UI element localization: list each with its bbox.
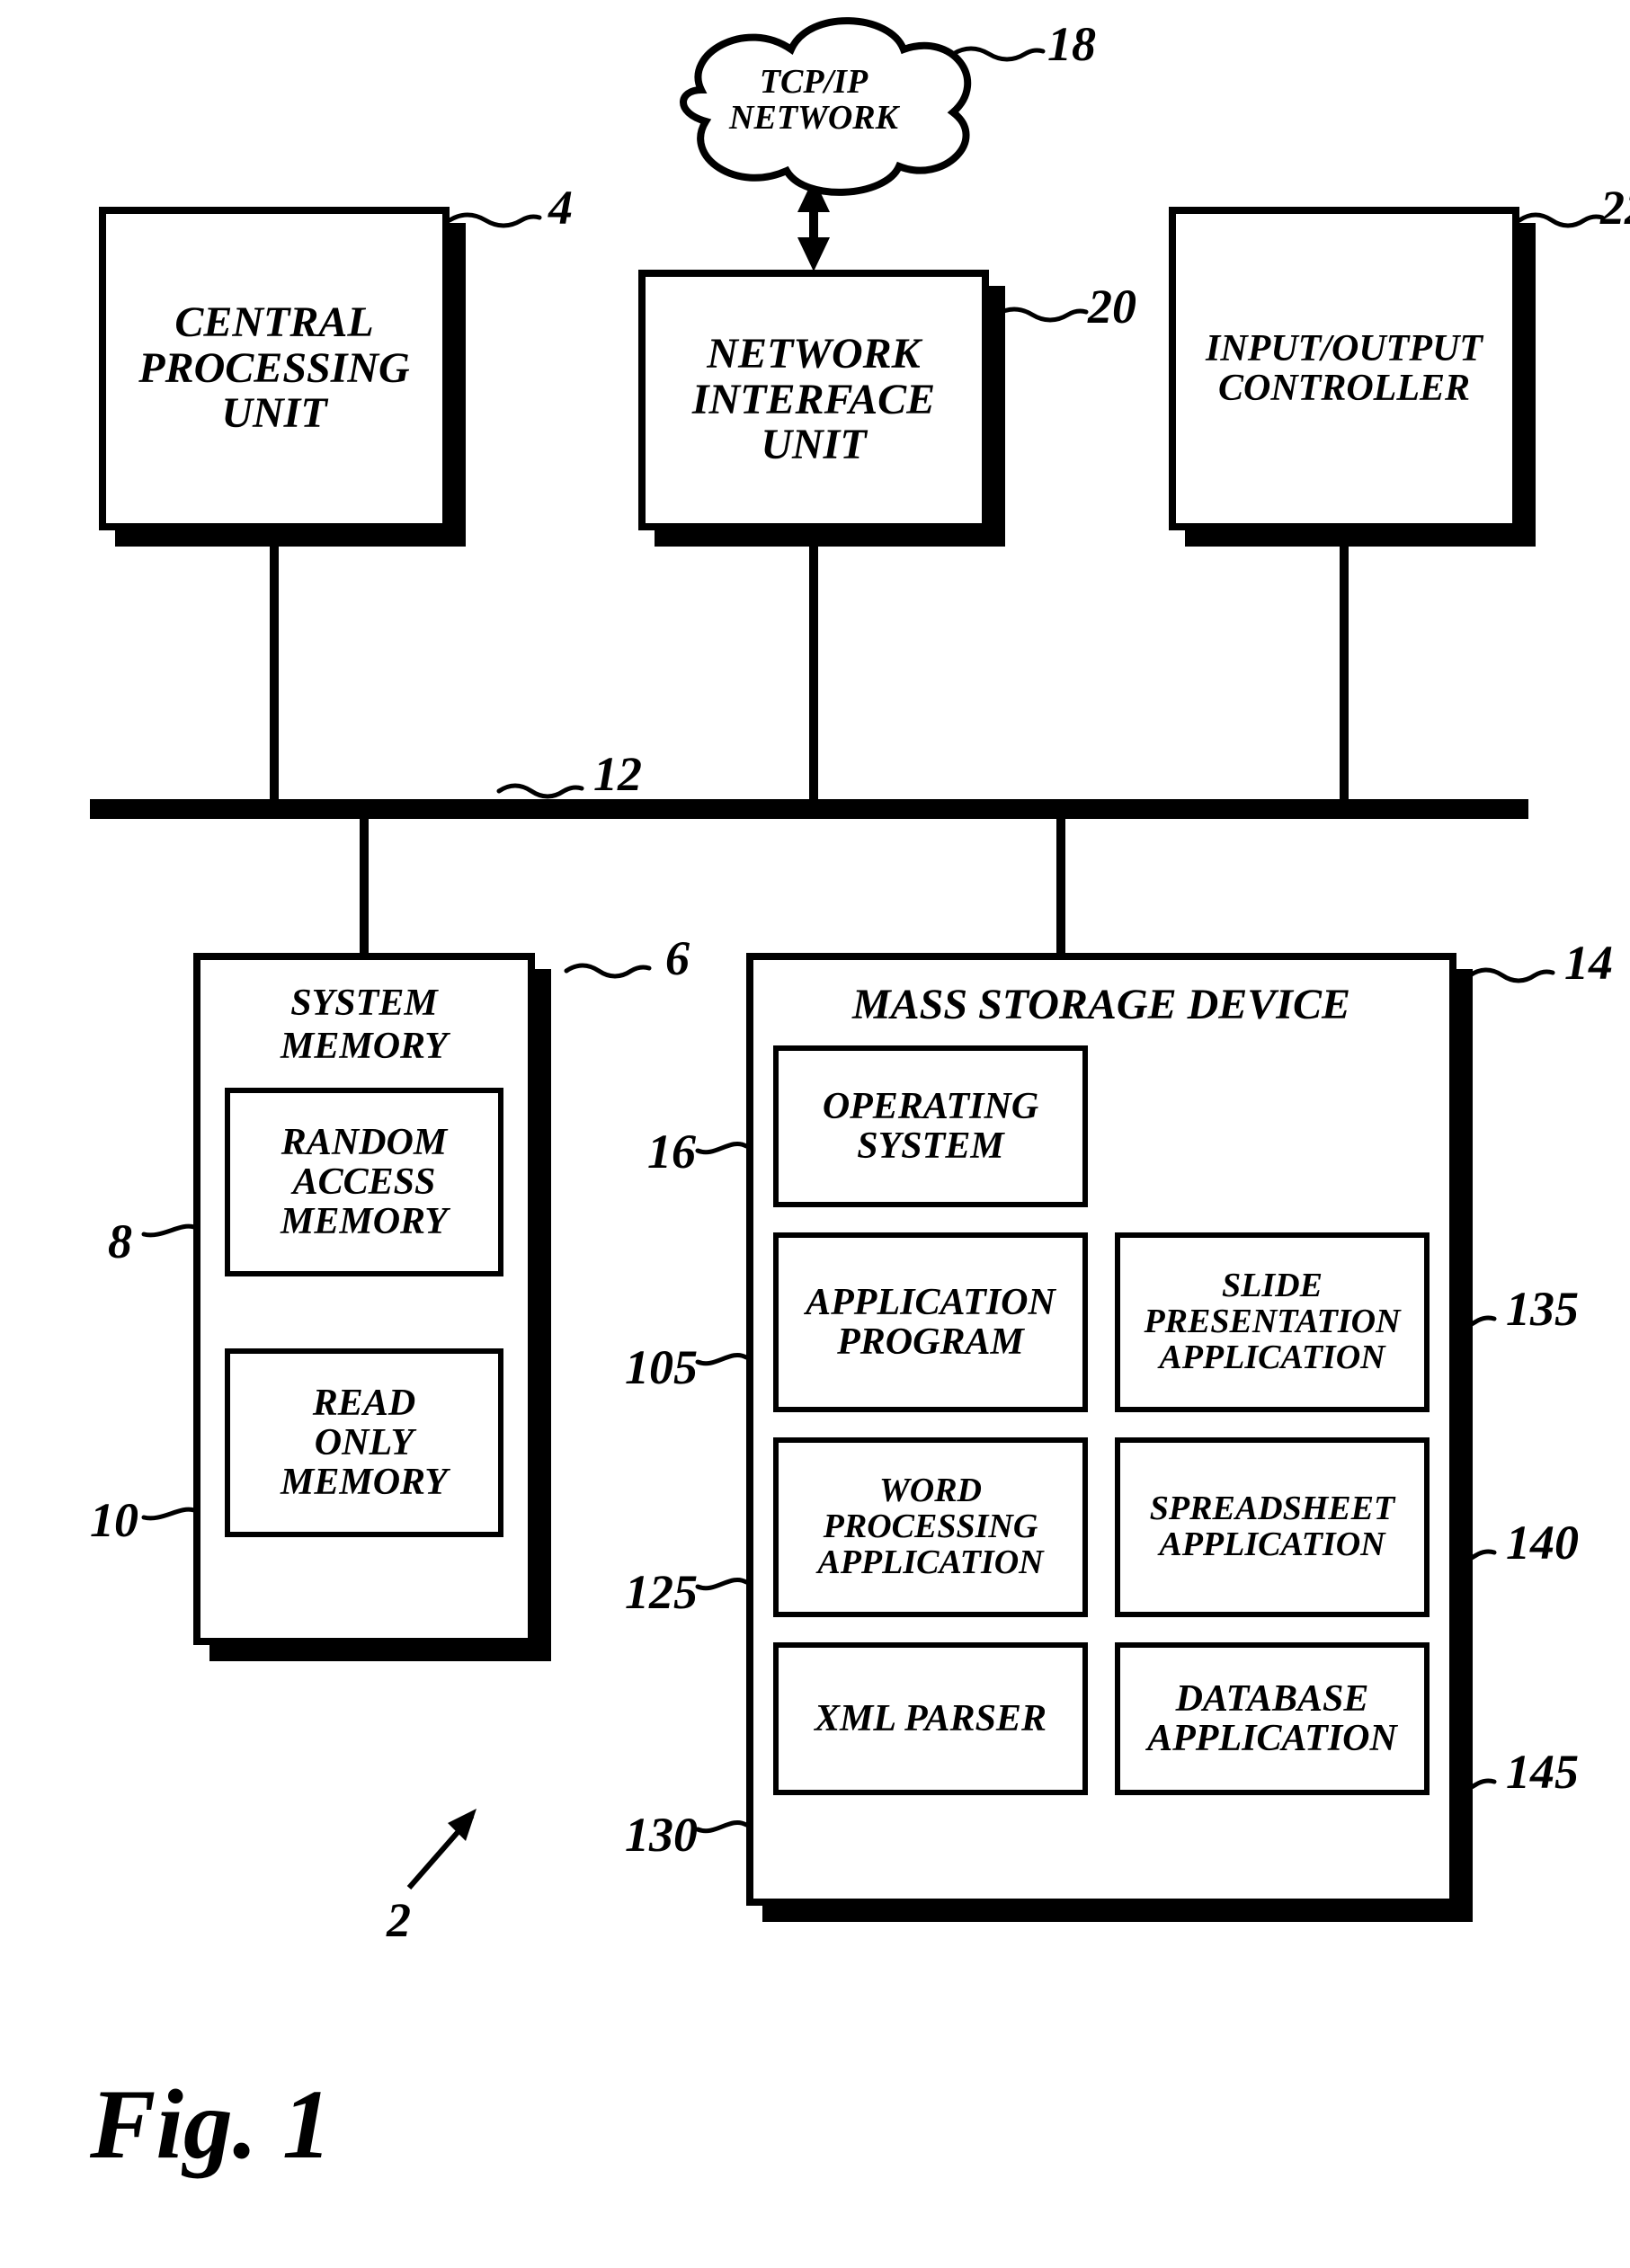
sysmem-title: SYSTEM MEMORY (217, 982, 512, 1068)
netif-line1: NETWORK (707, 332, 920, 377)
ref-22: 22 (1600, 180, 1630, 236)
ref-140: 140 (1506, 1515, 1579, 1570)
ref-4: 4 (548, 180, 573, 236)
cpu-line2: PROCESSING (138, 346, 409, 391)
wp-l3: APPLICATION (817, 1545, 1043, 1581)
wp-l1: WORD (879, 1473, 982, 1509)
xml-l1: XML PARSER (815, 1697, 1047, 1740)
slide-block: SLIDE PRESENTATION APPLICATION (1115, 1232, 1430, 1412)
app-l1: APPLICATION (806, 1283, 1055, 1322)
ref-130: 130 (625, 1807, 698, 1863)
ref-2: 2 (387, 1892, 411, 1948)
figure-label: Fig. 1 (90, 2068, 332, 2182)
db-l1: DATABASE (1176, 1679, 1369, 1719)
os-block: OPERATING SYSTEM (773, 1045, 1088, 1207)
io-line2: CONTROLLER (1218, 369, 1470, 408)
wp-block: WORD PROCESSING APPLICATION (773, 1437, 1088, 1617)
rom-l1: READ (313, 1383, 415, 1423)
cpu-block: CENTRAL PROCESSING UNIT (99, 207, 450, 530)
slide-l3: APPLICATION (1159, 1340, 1385, 1376)
rom-block: READ ONLY MEMORY (225, 1348, 503, 1537)
ram-l3: MEMORY (281, 1202, 448, 1241)
rom-l2: ONLY (315, 1423, 414, 1463)
cpu-line1: CENTRAL (174, 300, 373, 345)
system-memory-block: SYSTEM MEMORY RANDOM ACCESS MEMORY READ … (193, 953, 535, 1645)
ss-l2: APPLICATION (1159, 1527, 1385, 1563)
ref-105: 105 (625, 1339, 698, 1395)
ref-145: 145 (1506, 1744, 1579, 1800)
db-block: DATABASE APPLICATION (1115, 1642, 1430, 1795)
ref-125: 125 (625, 1564, 698, 1620)
slide-l2: PRESENTATION (1144, 1304, 1400, 1340)
ss-block: SPREADSHEET APPLICATION (1115, 1437, 1430, 1617)
wp-l2: PROCESSING (824, 1509, 1038, 1545)
os-l2: SYSTEM (857, 1126, 1003, 1166)
storage-title: MASS STORAGE DEVICE (852, 980, 1350, 1029)
network-interface-block: NETWORK INTERFACE UNIT (638, 270, 989, 530)
db-l2: APPLICATION (1147, 1719, 1397, 1758)
ref-14: 14 (1564, 935, 1613, 991)
ref-20: 20 (1088, 279, 1136, 334)
netif-line2: INTERFACE (692, 378, 935, 422)
ref-8: 8 (108, 1214, 132, 1269)
net-line2: NETWORK (729, 101, 898, 137)
ram-l2: ACCESS (293, 1162, 436, 1202)
io-line1: INPUT/OUTPUT (1206, 329, 1483, 369)
slide-l1: SLIDE (1222, 1268, 1323, 1304)
ram-l1: RANDOM (281, 1123, 447, 1162)
io-controller-block: INPUT/OUTPUT CONTROLLER (1169, 207, 1519, 530)
network-cloud-label: TCP/IP NETWORK (737, 65, 890, 137)
cpu-line3: UNIT (221, 391, 326, 436)
mass-storage-block: MASS STORAGE DEVICE OPERATING SYSTEM APP… (746, 953, 1456, 1906)
ram-block: RANDOM ACCESS MEMORY (225, 1088, 503, 1276)
ref-12: 12 (593, 746, 642, 802)
ref-16: 16 (647, 1124, 696, 1179)
rom-l3: MEMORY (281, 1463, 448, 1502)
netif-line3: UNIT (761, 422, 866, 467)
app-program-block: APPLICATION PROGRAM (773, 1232, 1088, 1412)
ref-18: 18 (1047, 16, 1096, 72)
net-line1: TCP/IP (760, 65, 868, 101)
xml-block: XML PARSER (773, 1642, 1088, 1795)
ref-135: 135 (1506, 1281, 1579, 1337)
os-l1: OPERATING (823, 1087, 1038, 1126)
ss-l1: SPREADSHEET (1150, 1491, 1394, 1527)
app-l2: PROGRAM (837, 1322, 1024, 1362)
ref-10: 10 (90, 1492, 138, 1548)
ref-6: 6 (665, 930, 690, 986)
